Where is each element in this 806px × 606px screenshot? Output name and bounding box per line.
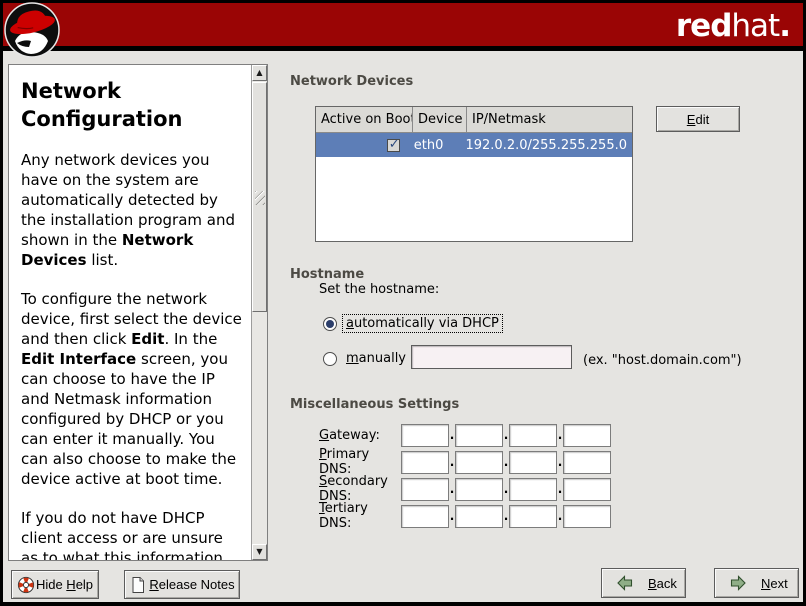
active-on-boot-checkbox[interactable]: ✓: [387, 139, 400, 152]
secondary-dns-octet-3[interactable]: [509, 478, 557, 501]
secondary-dns-octet-4[interactable]: [563, 478, 611, 501]
help-scrollbar[interactable]: ▲ ▼: [251, 65, 267, 560]
back-button[interactable]: Back: [601, 568, 686, 598]
gateway-octet-2[interactable]: [455, 424, 503, 447]
help-paragraph-3: If you do not have DHCP client access or…: [21, 508, 243, 560]
column-header-device[interactable]: Device: [413, 107, 467, 132]
misc-settings-grid: Gateway: . . . Primary DNS: . . . Second…: [319, 423, 611, 531]
primary-dns-octet-4[interactable]: [563, 451, 611, 474]
help-title: Network Configuration: [21, 77, 243, 133]
primary-dns-octet-1[interactable]: [401, 451, 449, 474]
gateway-label: Gateway:: [319, 428, 401, 443]
gateway-row: Gateway: . . .: [319, 423, 611, 447]
set-hostname-prompt: Set the hostname:: [319, 282, 439, 297]
primary-dns-label: Primary DNS:: [319, 447, 401, 477]
gateway-octet-4[interactable]: [563, 424, 611, 447]
tertiary-dns-octet-4[interactable]: [563, 505, 611, 528]
table-header-row: Active on Boot Device IP/Netmask: [316, 107, 632, 133]
tertiary-dns-octet-2[interactable]: [455, 505, 503, 528]
hostname-auto-label[interactable]: automatically via DHCP: [343, 315, 502, 332]
secondary-dns-octet-1[interactable]: [401, 478, 449, 501]
radio-unselected-icon[interactable]: [323, 352, 337, 366]
help-text: Network Configuration Any network device…: [9, 65, 251, 560]
main-content: Network Configuration Any network device…: [3, 51, 803, 602]
release-notes-button[interactable]: Release Notes: [124, 570, 240, 599]
primary-dns-row: Primary DNS: . . .: [319, 450, 611, 474]
tertiary-dns-label: Tertiary DNS:: [319, 501, 401, 531]
next-button[interactable]: Next: [714, 568, 799, 598]
tertiary-dns-row: Tertiary DNS: . . .: [319, 504, 611, 528]
secondary-dns-row: Secondary DNS: . . .: [319, 477, 611, 501]
gateway-octet-3[interactable]: [509, 424, 557, 447]
column-header-ip-netmask[interactable]: IP/Netmask: [467, 107, 632, 132]
secondary-dns-label: Secondary DNS:: [319, 474, 401, 504]
primary-dns-octet-3[interactable]: [509, 451, 557, 474]
device-cell: eth0: [409, 138, 461, 153]
redhat-wordmark: redhat.: [676, 8, 790, 44]
radio-selected-icon[interactable]: [323, 317, 337, 331]
scroll-up-icon[interactable]: ▲: [252, 65, 267, 81]
ip-netmask-cell: 192.0.2.0/255.255.255.0: [460, 138, 632, 153]
redhat-shadowman-logo-icon: [3, 1, 61, 59]
hostname-example-hint: (ex. "host.domain.com"): [583, 353, 742, 368]
scroll-down-icon[interactable]: ▼: [252, 544, 267, 560]
network-devices-table: Active on Boot Device IP/Netmask ✓ eth0 …: [315, 106, 633, 242]
column-header-active-on-boot[interactable]: Active on Boot: [316, 107, 413, 132]
hostname-manual-label[interactable]: manually: [343, 350, 409, 367]
checkmark-icon: ✓: [389, 137, 400, 152]
secondary-dns-octet-2[interactable]: [455, 478, 503, 501]
misc-settings-section-title: Miscellaneous Settings: [290, 397, 459, 412]
life-preserver-icon: [17, 576, 35, 594]
help-panel: Network Configuration Any network device…: [8, 64, 268, 561]
help-paragraph-2: To configure the network device, first s…: [21, 289, 243, 489]
hostname-manual-option[interactable]: manually: [323, 350, 409, 367]
next-arrow-icon: [729, 574, 747, 592]
hostname-section-title: Hostname: [290, 267, 364, 282]
hide-help-button[interactable]: Hide Help: [11, 570, 99, 599]
table-row-eth0[interactable]: ✓ eth0 192.0.2.0/255.255.255.0: [316, 133, 632, 157]
hostname-manual-input[interactable]: [411, 345, 572, 369]
tertiary-dns-octet-3[interactable]: [509, 505, 557, 528]
scrollbar-thumb[interactable]: [252, 82, 267, 312]
network-devices-section-title: Network Devices: [290, 74, 413, 89]
back-arrow-icon: [616, 574, 634, 592]
tertiary-dns-octet-1[interactable]: [401, 505, 449, 528]
document-icon: [129, 576, 147, 594]
help-paragraph-1: Any network devices you have on the syst…: [21, 150, 243, 270]
hostname-auto-option[interactable]: automatically via DHCP: [323, 315, 502, 332]
gateway-octet-1[interactable]: [401, 424, 449, 447]
edit-button[interactable]: Edit: [656, 106, 740, 132]
scrollbar-grip: [255, 191, 265, 205]
active-on-boot-cell: ✓: [316, 139, 409, 152]
primary-dns-octet-2[interactable]: [455, 451, 503, 474]
